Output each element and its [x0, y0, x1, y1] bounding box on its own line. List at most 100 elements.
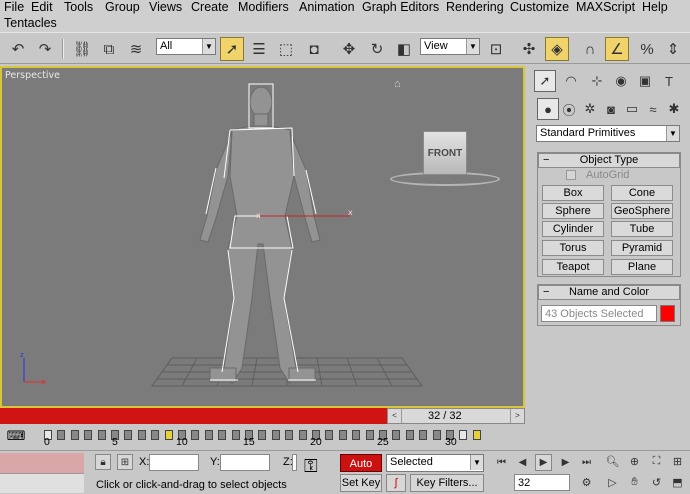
keyframe-marker[interactable] [432, 430, 441, 440]
time-slider-track[interactable] [0, 408, 387, 424]
object-name-field[interactable]: 43 Objects Selected [541, 305, 657, 322]
menu-views[interactable]: Views [149, 0, 182, 14]
window-crossing-icon[interactable]: ◘ [302, 37, 326, 61]
keyframe-marker[interactable] [419, 430, 428, 440]
key-mode-dropdown[interactable]: Selected ▼ [386, 454, 484, 472]
pivot-center-icon[interactable]: ⊡ [484, 37, 508, 61]
systems-category-icon[interactable]: ✱ [663, 98, 685, 120]
menu-help[interactable]: Help [642, 0, 668, 14]
orbit-icon[interactable]: ↺ [648, 474, 665, 491]
menu-create[interactable]: Create [191, 0, 229, 14]
menu-customize[interactable]: Customize [510, 0, 569, 14]
field-of-view-icon[interactable]: ▷ [604, 474, 621, 491]
cylinder-button[interactable]: Cylinder [542, 221, 604, 237]
key-filters-button[interactable]: Key Filters... [410, 474, 484, 492]
motion-tab-icon[interactable]: ◉ [610, 70, 632, 92]
cone-button[interactable]: Cone [611, 185, 673, 201]
select-and-link-icon[interactable]: ⛓ [70, 37, 94, 61]
rectangular-selection-icon[interactable]: ⬚ [274, 37, 298, 61]
pyramid-button[interactable]: Pyramid [611, 240, 673, 256]
helpers-category-icon[interactable]: ▭ [621, 98, 643, 120]
snaps-toggle-icon[interactable]: ∩ [578, 37, 602, 61]
maximize-viewport-icon[interactable]: ⬒ [669, 474, 686, 491]
pan-view-icon[interactable]: ✋︎ [626, 474, 643, 491]
next-frame-arrow-icon[interactable]: > [510, 409, 524, 423]
keyframe-marker[interactable] [218, 430, 227, 440]
menu-tools[interactable]: Tools [64, 0, 93, 14]
keyframe-marker[interactable] [231, 430, 240, 440]
display-tab-icon[interactable]: ▣ [634, 70, 656, 92]
modify-tab-icon[interactable]: ◠ [560, 70, 582, 92]
mini-curve-editor-icon[interactable]: ⌨ [4, 428, 28, 448]
maxscript-listener-mini-output[interactable] [0, 473, 84, 493]
absolute-mode-icon[interactable]: ⊞ [117, 454, 133, 470]
teapot-button[interactable]: Teapot [542, 259, 604, 275]
keyframe-marker[interactable] [298, 430, 307, 440]
spinner-snap-icon[interactable]: ⇕ [661, 37, 685, 61]
reference-coordinate-dropdown[interactable]: View ▼ [420, 38, 480, 55]
keyframe-marker[interactable] [151, 430, 160, 440]
menu-group[interactable]: Group [105, 0, 140, 14]
angle-snap-icon[interactable]: ∠ [605, 37, 629, 61]
box-button[interactable]: Box [542, 185, 604, 201]
keyframe-marker[interactable] [352, 430, 361, 440]
redo-icon[interactable]: ↷ [33, 37, 57, 61]
space-warps-category-icon[interactable]: ≈ [642, 98, 664, 120]
menu-graph-editors[interactable]: Graph Editors [362, 0, 439, 14]
select-and-move-icon[interactable]: ✥ [337, 37, 361, 61]
plane-button[interactable]: Plane [611, 259, 673, 275]
current-frame-field[interactable]: 32 [514, 474, 570, 491]
geosphere-button[interactable]: GeoSphere [611, 203, 673, 219]
z-coordinate-field[interactable] [292, 454, 297, 471]
keyframe-marker[interactable] [285, 430, 294, 440]
tube-button[interactable]: Tube [611, 221, 673, 237]
object-type-rollout-header[interactable]: − Object Type [538, 153, 680, 168]
menu-file[interactable]: File [4, 0, 24, 14]
keyframe-marker[interactable] [258, 430, 267, 440]
hierarchy-tab-icon[interactable]: ⊹ [586, 70, 608, 92]
keyframe-marker[interactable] [338, 430, 347, 440]
keyframe-marker[interactable] [57, 430, 66, 440]
torus-button[interactable]: Torus [542, 240, 604, 256]
keyframe-marker[interactable] [271, 430, 280, 440]
keyframe-marker[interactable] [70, 430, 79, 440]
keyframe-marker[interactable] [472, 430, 481, 440]
x-coordinate-field[interactable] [149, 454, 199, 471]
key-icon[interactable]: ⚿ [304, 457, 318, 475]
autogrid-checkbox[interactable] [566, 170, 576, 180]
y-coordinate-field[interactable] [220, 454, 270, 471]
lights-category-icon[interactable]: ✲ [579, 98, 601, 120]
menu-edit[interactable]: Edit [31, 0, 53, 14]
zoom-all-icon[interactable]: ⊕ [626, 453, 643, 470]
select-object-icon[interactable]: ➚ [220, 37, 244, 61]
maxscript-listener-mini[interactable] [0, 453, 84, 473]
sphere-button[interactable]: Sphere [542, 203, 604, 219]
name-and-color-rollout-header[interactable]: − Name and Color [538, 285, 680, 300]
percent-snap-icon[interactable]: % [635, 37, 659, 61]
keyframe-marker[interactable] [191, 430, 200, 440]
keyframe-marker[interactable] [365, 430, 374, 440]
menu-maxscript[interactable]: MAXScript [576, 0, 635, 14]
geometry-category-icon[interactable]: ● [537, 98, 559, 120]
time-configuration-icon[interactable]: ⚙ [578, 474, 595, 491]
perspective-viewport[interactable]: Perspective ⌂ FRONT x x z x [0, 66, 525, 408]
bind-to-space-warp-icon[interactable]: ≋ [124, 37, 148, 61]
keyframe-marker[interactable] [84, 430, 93, 440]
keyframe-marker[interactable] [124, 430, 133, 440]
undo-icon[interactable]: ↶ [6, 37, 30, 61]
time-slider[interactable]: < 32 / 32 > [387, 408, 525, 424]
keyboard-shortcut-override-icon[interactable]: ◈ [545, 37, 569, 61]
select-and-scale-icon[interactable]: ◧ [392, 37, 416, 61]
keyframe-marker[interactable] [392, 430, 401, 440]
zoom-icon[interactable]: 🔍︎ [604, 453, 621, 470]
menu-rendering[interactable]: Rendering [446, 0, 504, 14]
keyframe-marker[interactable] [459, 430, 468, 440]
menu-animation[interactable]: Animation [299, 0, 355, 14]
object-color-swatch[interactable] [660, 305, 675, 322]
next-key-icon[interactable]: ▶ [557, 454, 574, 471]
menu-tentacles[interactable]: Tentacles [4, 16, 57, 30]
selection-filter-dropdown[interactable]: All ▼ [156, 38, 216, 55]
utilities-tab-icon[interactable]: T [658, 70, 680, 92]
go-to-end-icon[interactable]: ⏭ [578, 454, 595, 471]
select-and-rotate-icon[interactable]: ↻ [365, 37, 389, 61]
